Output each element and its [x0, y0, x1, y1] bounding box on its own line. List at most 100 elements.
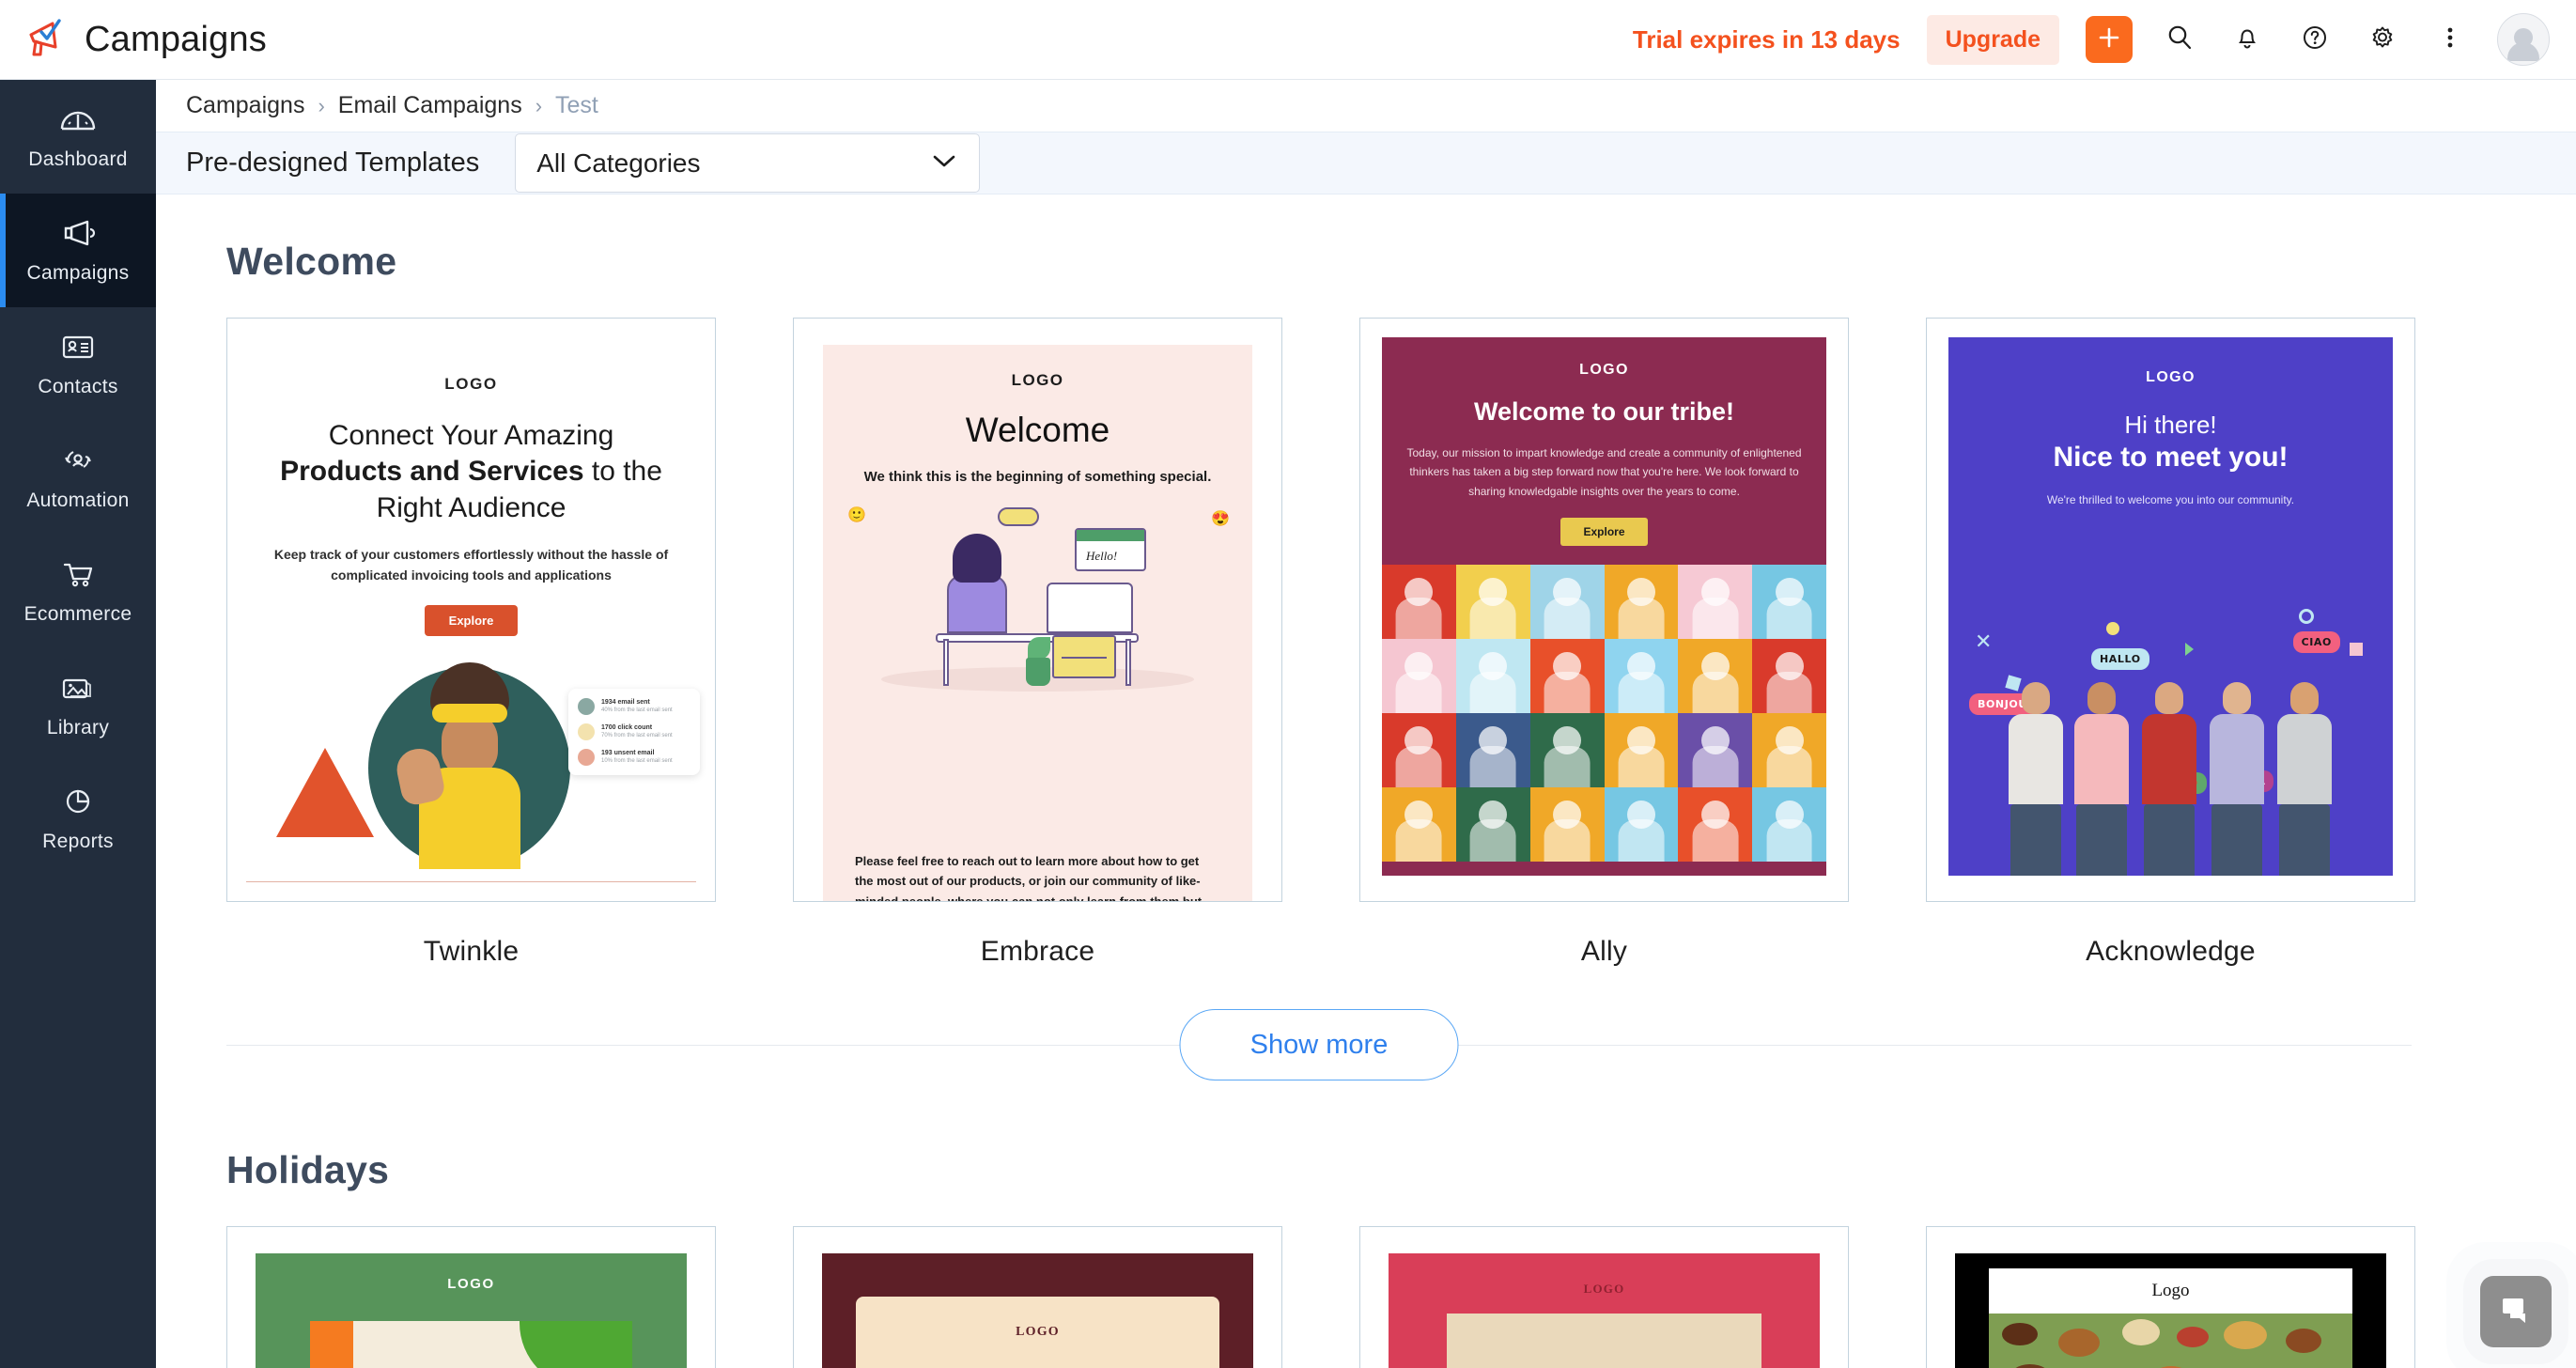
sidebar-item-library[interactable]: Library	[0, 648, 156, 762]
template-preview-holiday-3: LOGO	[1359, 1226, 1849, 1368]
breadcrumb-item-campaigns[interactable]: Campaigns	[186, 92, 304, 119]
template-logo: Logo	[2151, 1281, 2190, 1300]
template-card-twinkle[interactable]: LOGO Connect Your Amazing Products and S…	[226, 318, 716, 968]
person-photo-tile	[1382, 565, 1456, 639]
category-select-value: All Categories	[536, 148, 701, 178]
app-brand[interactable]: Campaigns	[0, 16, 267, 64]
drawer	[1052, 635, 1116, 678]
megaphone-icon	[58, 217, 98, 254]
contact-card-icon	[58, 331, 98, 367]
template-footer-text: Please feel free to reach out to learn m…	[823, 851, 1252, 901]
template-logo: LOGO	[1016, 1325, 1060, 1339]
sidebar-item-dashboard[interactable]: Dashboard	[0, 80, 156, 194]
gauge-icon	[58, 103, 98, 140]
template-headline-line-1: Hi there!	[2124, 411, 2217, 439]
chat-text: Hello!	[1086, 549, 1118, 563]
person-photo-tile	[1529, 786, 1605, 862]
chevron-down-icon	[930, 151, 958, 175]
emoji-smile: 🙂	[847, 507, 866, 523]
headline-line-1: Connect Your Amazing	[328, 420, 614, 451]
megaphone-check-icon	[24, 16, 68, 64]
logo-bar: Logo	[1989, 1268, 2352, 1314]
chat-support-button[interactable]	[2480, 1276, 2552, 1347]
person-photo-tile	[1678, 565, 1753, 639]
card-inner: LOGO	[856, 1297, 1219, 1368]
more-options-button[interactable]	[2429, 19, 2471, 60]
template-row-holidays: LOGO LOGO LOGO Logo	[226, 1226, 2576, 1368]
template-headline: Welcome	[965, 411, 1110, 449]
sidebar-item-contacts[interactable]: Contacts	[0, 307, 156, 421]
stat-sub: 40% from the last email sent	[601, 707, 673, 713]
user-avatar-icon	[2498, 14, 2549, 65]
sidebar-item-label: Dashboard	[28, 148, 128, 170]
illustration-thanksgiving-food: Give	[1989, 1314, 2352, 1368]
person-body	[947, 575, 1007, 633]
person-photo-tile	[1455, 786, 1530, 862]
notifications-button[interactable]	[2227, 19, 2268, 60]
person-photo-tile	[1455, 565, 1530, 639]
square-decoration	[2350, 643, 2363, 656]
stat-title: 1700 click count	[601, 724, 653, 732]
search-button[interactable]	[2159, 19, 2200, 60]
settings-button[interactable]	[2362, 19, 2403, 60]
main-content: Campaigns › Email Campaigns › Test Pre-d…	[156, 80, 2576, 1368]
template-card-embrace[interactable]: LOGO Welcome We think this is the beginn…	[793, 318, 1282, 968]
person-photo-tile	[1752, 639, 1826, 713]
sidebar-item-reports[interactable]: Reports	[0, 762, 156, 876]
person-photo-tile	[1752, 786, 1826, 862]
images-icon	[58, 672, 98, 708]
template-card-holiday-3[interactable]: LOGO	[1359, 1226, 1849, 1368]
person-photo-tile	[1604, 712, 1679, 787]
breadcrumb-item-email-campaigns[interactable]: Email Campaigns	[338, 92, 522, 119]
person-photo	[2072, 682, 2131, 876]
template-card-ally[interactable]: LOGO Welcome to our tribe! Today, our mi…	[1359, 318, 1849, 968]
category-select[interactable]: All Categories	[515, 133, 981, 193]
person-photo-tile	[1382, 786, 1456, 862]
three-dots-vertical-icon	[2445, 23, 2455, 57]
sidebar-item-label: Library	[46, 716, 110, 738]
template-logo: LOGO	[444, 375, 498, 393]
template-illustration-acknowledge: ✕ BONJOUR HALLO HELLO HOLA CIAO	[1948, 594, 2393, 876]
sidebar-item-campaigns[interactable]: Campaigns	[0, 194, 156, 307]
gear-icon	[2367, 23, 2398, 57]
add-button[interactable]	[2086, 16, 2133, 63]
person-photo-tile	[1678, 639, 1753, 713]
help-button[interactable]	[2294, 19, 2335, 60]
template-card-holiday-1[interactable]: LOGO	[226, 1226, 716, 1368]
template-headline-line-2: Nice to meet you!	[2053, 442, 2289, 473]
stat-row: 1934 email sent 40% from the last email …	[578, 698, 691, 715]
pie-chart-icon	[58, 785, 98, 822]
person-photo-tile	[1382, 712, 1456, 787]
template-subtext: Today, our mission to impart knowledge a…	[1406, 446, 1802, 498]
triangle-decoration	[2185, 643, 2194, 656]
breadcrumb-item-test: Test	[555, 92, 598, 118]
template-name: Ally	[1580, 936, 1628, 967]
chat-bubbles-icon	[2497, 1291, 2535, 1333]
template-card-holiday-2[interactable]: LOGO	[793, 1226, 1282, 1368]
stat-row: 193 unsent email 10% from the last email…	[578, 749, 691, 766]
template-name: Acknowledge	[2086, 936, 2256, 967]
stat-row: 1700 click count 70% from the last email…	[578, 723, 691, 740]
template-logo: LOGO	[1583, 1282, 1625, 1296]
show-more-button[interactable]: Show more	[1179, 1009, 1459, 1080]
sign-hallo: HALLO	[2091, 648, 2149, 670]
template-card-acknowledge[interactable]: LOGO Hi there! Nice to meet you! We're t…	[1926, 318, 2415, 968]
shopping-cart-icon	[58, 558, 98, 595]
plant	[1026, 658, 1050, 686]
sidebar-item-label: Ecommerce	[23, 602, 132, 625]
ring-decoration	[2299, 609, 2314, 624]
template-card-holiday-4[interactable]: Logo	[1926, 1226, 2415, 1368]
template-preview-twinkle: LOGO Connect Your Amazing Products and S…	[226, 318, 716, 902]
template-logo: LOGO	[447, 1276, 495, 1292]
stat-title: 1934 email sent	[601, 699, 650, 707]
person-photo-tile	[1752, 712, 1826, 787]
card-inner	[1447, 1314, 1761, 1368]
template-name: Embrace	[980, 936, 1095, 967]
template-logo: LOGO	[1011, 371, 1064, 389]
sidebar-item-automation[interactable]: Automation	[0, 421, 156, 535]
upgrade-button[interactable]: Upgrade	[1926, 14, 2059, 65]
person-photo-tile	[1604, 786, 1679, 862]
dot-decoration	[2106, 622, 2119, 635]
sidebar-item-ecommerce[interactable]: Ecommerce	[0, 535, 156, 648]
avatar[interactable]	[2497, 13, 2550, 66]
